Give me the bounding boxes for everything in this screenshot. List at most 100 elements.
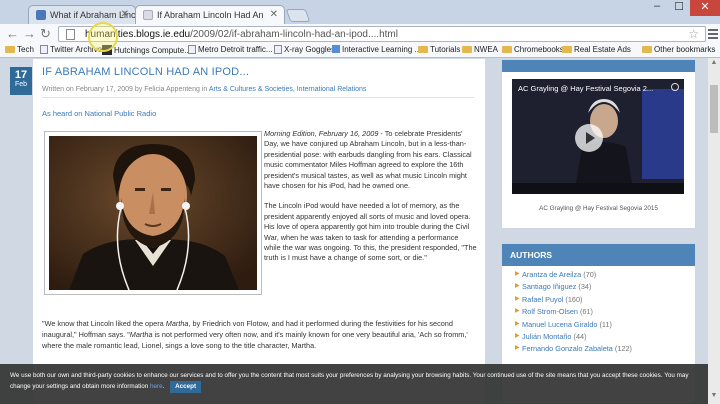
post-title[interactable]: IF ABRAHAM LINCOLN HAD AN IPOD... [42, 66, 249, 78]
divider [42, 97, 474, 98]
bookmark-chromebooks[interactable]: Chromebooks [502, 45, 564, 54]
bookmark-interactive-learning[interactable]: Interactive Learning ... [332, 45, 421, 54]
author-count: (61) [580, 307, 593, 317]
paragraph: Morning Edition, February 16, 2009 - To … [264, 129, 477, 191]
author-count: (160) [565, 294, 583, 304]
author-item: ▶ Arantza de Areilza (70) [515, 270, 695, 282]
category-links[interactable]: Arts & Cultures & Societies, Internation… [209, 86, 367, 93]
author-list: ▶ Arantza de Areilza (70) ▶ Santiago Iñigu… [502, 266, 695, 357]
video-caption: AC Grayling @ Hay Festival Segovia 2015 [539, 205, 658, 212]
bookmark-label: Tutorials [430, 45, 461, 54]
heard-on-npr-link[interactable]: As heard on National Public Radio [42, 109, 156, 118]
reload-icon[interactable]: ↻ [40, 26, 51, 42]
tab-lincoln-ipod[interactable]: If Abraham Lincoln Had An ✕ [135, 5, 285, 24]
date-month: Feb [14, 81, 28, 88]
bookmark-other[interactable]: Other bookmarks [642, 45, 715, 54]
minimize-icon[interactable]: – [646, 0, 668, 16]
paragraph-text: "We know that Lincoln liked the opera [42, 319, 166, 328]
bookmark-tutorials[interactable]: Tutorials [418, 45, 460, 54]
video-title[interactable]: AC Grayling @ Hay Festival Segovia 2... [518, 84, 653, 93]
author-link[interactable]: Arantza de Areilza [522, 270, 581, 279]
date-badge: 17 Feb [10, 67, 32, 95]
folder-icon [502, 46, 512, 53]
new-tab-button[interactable] [285, 9, 311, 22]
article-body-column: Morning Edition, February 16, 2009 - To … [264, 129, 477, 274]
bookmark-label: Metro Detroit traffic... [198, 45, 273, 54]
bookmark-hutchings[interactable]: Hutchings Compute... [102, 45, 191, 55]
window-close-icon[interactable]: ✕ [690, 0, 720, 16]
forward-arrow-icon[interactable]: → [23, 26, 36, 42]
authors-heading: AUTHORS [502, 244, 695, 266]
author-link[interactable]: Rafael Puyol [522, 295, 563, 304]
author-link[interactable]: Fernando Gonzalo Zabaleta [522, 344, 613, 353]
author-count: (122) [614, 344, 632, 354]
author-link[interactable]: Santiago Iñiguez [522, 282, 576, 291]
bullet-arrow-icon: ▶ [515, 320, 520, 327]
author-link[interactable]: Rolf Strom-Olsen [522, 307, 578, 316]
maximize-icon[interactable]: ☐ [668, 0, 690, 16]
bookmark-real-estate-ads[interactable]: Real Estate Ads [562, 45, 631, 54]
video-widget: AC Grayling @ Hay Festival Segovia 2... … [501, 59, 696, 229]
lincoln-portrait [44, 131, 262, 295]
bullet-arrow-icon: ▶ [515, 271, 520, 277]
cursor-highlight [88, 22, 118, 52]
bookmark-xray-goggles[interactable]: X-ray Goggles [274, 45, 335, 54]
source-citation: Morning Edition, February 16, 2009 [264, 129, 379, 138]
author-count: (34) [578, 282, 592, 292]
tab-favicon-icon [36, 10, 46, 20]
bookmark-label: Interactive Learning ... [342, 45, 422, 54]
widget-header [502, 60, 695, 72]
bullet-arrow-icon: ▶ [515, 283, 520, 290]
author-item: ▶ Rafael Puyol (160) [515, 294, 695, 307]
author-item: ▶ Manuel Lucena Giraldo (11) [515, 320, 695, 332]
scroll-up-arrow-icon[interactable]: ▲ [708, 59, 720, 69]
folder-icon [642, 46, 652, 53]
scrollbar-thumb[interactable] [710, 85, 718, 133]
back-arrow-icon[interactable]: ← [6, 26, 19, 42]
cookie-more-link[interactable]: here [150, 383, 163, 390]
author-link[interactable]: Manuel Lucena Giraldo [522, 320, 597, 329]
bookmark-label: X-ray Goggles [284, 45, 336, 54]
video-player[interactable]: AC Grayling @ Hay Festival Segovia 2... [512, 79, 684, 194]
play-icon[interactable] [575, 124, 603, 152]
author-link[interactable]: Julián Montaño [522, 332, 572, 341]
date-day: 17 [14, 69, 28, 81]
bookmark-tech[interactable]: Tech [5, 45, 34, 54]
scroll-down-arrow-icon[interactable]: ▼ [708, 392, 720, 402]
star-icon[interactable]: ☆ [688, 27, 699, 41]
bullet-arrow-icon: ▶ [515, 295, 520, 302]
folder-icon [5, 46, 15, 53]
cookie-banner: We use both our own and third-party cook… [0, 364, 708, 404]
lincoln-ipod-image [49, 136, 257, 290]
bullet-arrow-icon: ▶ [515, 308, 520, 315]
menu-icon[interactable] [708, 29, 718, 39]
author-item: ▶ Santiago Iñiguez (34) [515, 282, 695, 294]
file-icon [188, 45, 196, 54]
article-body-full: "We know that Lincoln liked the opera Ma… [42, 318, 478, 351]
bookmark-label: NWEA [474, 45, 498, 54]
bookmark-label: Real Estate Ads [574, 45, 631, 54]
author-item: ▶ Fernando Gonzalo Zabaleta (122) [515, 344, 695, 356]
bookmark-label: Tech [17, 45, 34, 54]
paragraph: The Lincoln iPod would have needed a lot… [264, 201, 477, 263]
bookmark-label: Hutchings Compute... [114, 46, 191, 55]
bookmark-label: Chromebooks [514, 45, 564, 54]
watch-later-icon[interactable] [671, 83, 679, 91]
file-icon [40, 45, 48, 54]
opera-title: Martha [129, 330, 153, 339]
opera-title: Martha [165, 319, 189, 328]
bullet-arrow-icon: ▶ [515, 345, 520, 352]
paragraph-text: - To celebrate Presidents' Day, we have … [264, 129, 472, 191]
tab-lincoln-search[interactable]: What if Abraham Lincoln ✕ [28, 5, 136, 24]
bookmark-nwea[interactable]: NWEA [462, 45, 498, 54]
file-icon [274, 45, 282, 54]
author-item: ▶ Rolf Strom-Olsen (61) [515, 307, 695, 319]
bookmark-metro-detroit[interactable]: Metro Detroit traffic... [188, 45, 273, 54]
close-icon[interactable]: ✕ [270, 9, 278, 20]
paragraph: "We know that Lincoln liked the opera Ma… [42, 318, 478, 351]
address-bar[interactable]: humanities.blogs.ie.edu/2009/02/if-abrah… [58, 26, 706, 42]
author-count: (70) [583, 270, 597, 279]
accept-cookies-button[interactable]: Accept [170, 381, 202, 393]
sidebar: AC Grayling @ Hay Festival Segovia 2... … [501, 59, 696, 404]
close-icon[interactable]: ✕ [121, 9, 129, 20]
